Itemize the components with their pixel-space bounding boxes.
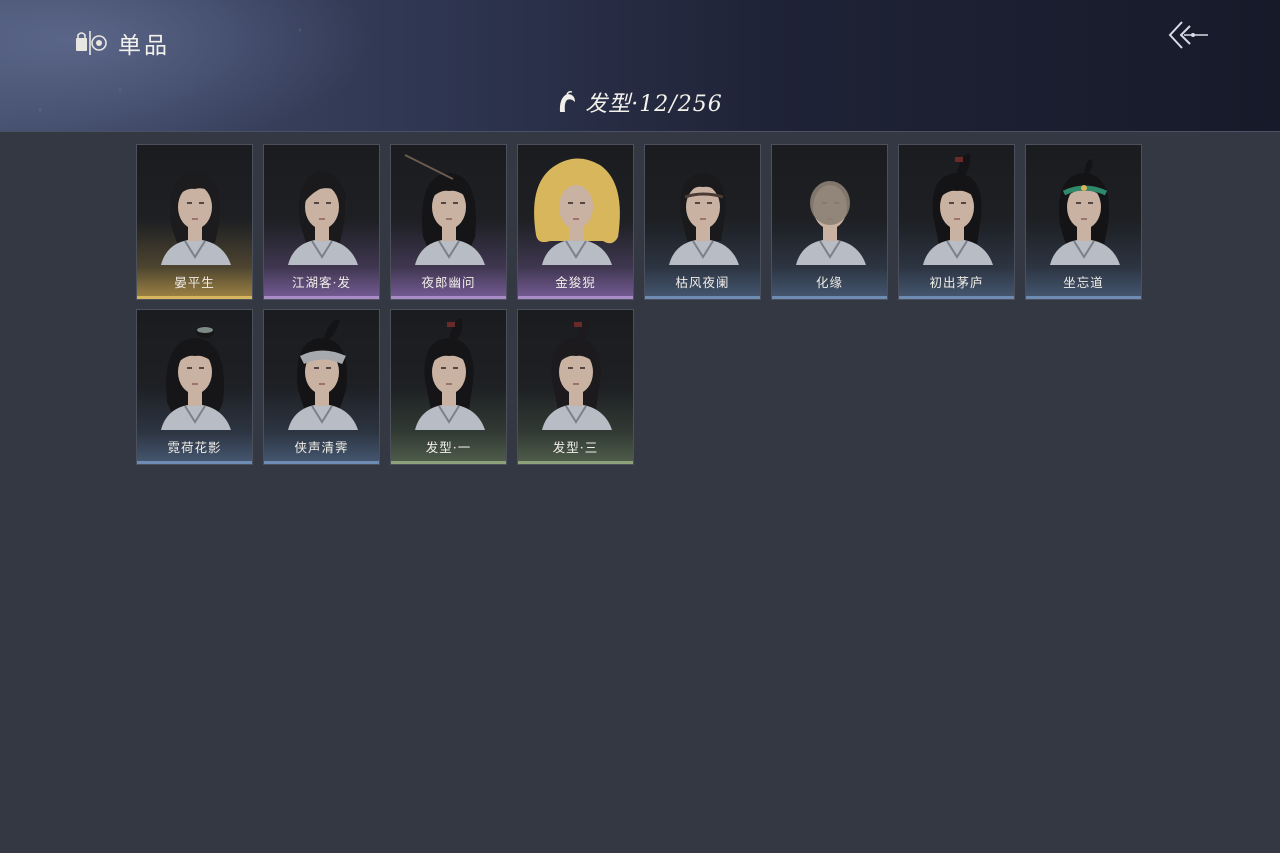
rarity-bar [1026, 296, 1141, 299]
item-card[interactable]: 霓荷花影 [136, 309, 253, 465]
hairstyle-portrait [923, 153, 993, 265]
hairstyle-portrait [161, 326, 231, 430]
hairstyle-portrait [542, 318, 612, 430]
item-label: 金狻猊 [555, 275, 596, 290]
item-label: 枯风夜阑 [675, 275, 730, 290]
hairstyle-portrait [288, 171, 358, 265]
category-header: 发型·12/256 [0, 86, 1280, 118]
hairstyle-portrait [669, 173, 739, 265]
item-card[interactable]: 初出茅庐 [898, 144, 1015, 300]
item-label: 夜郎幽问 [421, 275, 476, 290]
rarity-bar [137, 296, 252, 299]
item-card[interactable]: 金狻猊 [517, 144, 634, 300]
item-label: 化缘 [815, 275, 843, 290]
hairstyle-portrait [288, 319, 358, 430]
hairstyle-portrait [1050, 159, 1120, 265]
rarity-bar [264, 296, 379, 299]
rarity-bar [772, 296, 887, 299]
shop-bag-icon [76, 31, 107, 55]
hairstyle-portrait [534, 158, 620, 265]
rarity-bar [518, 296, 633, 299]
item-card[interactable]: 枯风夜阑 [644, 144, 761, 300]
rarity-bar [391, 461, 506, 464]
rarity-bar [645, 296, 760, 299]
item-grid: 晏平生 江湖客·发 夜郎幽问 金狻猊 枯风夜阑 化缘 初出茅庐 坐忘道 霓荷花影… [136, 144, 1142, 465]
page-title: 单品 [118, 33, 170, 59]
item-card[interactable]: 江湖客·发 [263, 144, 380, 300]
item-label: 侠声清霁 [294, 440, 349, 455]
item-label: 初出茅庐 [929, 275, 984, 290]
item-card[interactable]: 坐忘道 [1025, 144, 1142, 300]
item-card[interactable]: 侠声清霁 [263, 309, 380, 465]
item-label: 发型·一 [425, 440, 472, 455]
hairstyle-portrait [161, 171, 231, 265]
item-card[interactable]: 发型·三 [517, 309, 634, 465]
title-group: 单品 [74, 26, 170, 60]
item-label: 晏平生 [174, 275, 215, 290]
hairstyle-portrait [796, 181, 866, 265]
item-card[interactable]: 夜郎幽问 [390, 144, 507, 300]
rarity-bar [391, 296, 506, 299]
top-header: 单品 发型·12/256 [0, 0, 1280, 132]
item-label: 发型·三 [552, 440, 599, 455]
rarity-bar [518, 461, 633, 464]
hairstyle-portrait [404, 154, 485, 265]
item-card[interactable]: 晏平生 [136, 144, 253, 300]
item-card[interactable]: 发型·一 [390, 309, 507, 465]
rarity-bar [137, 461, 252, 464]
item-label: 霓荷花影 [167, 440, 222, 455]
item-label: 江湖客·发 [292, 275, 351, 290]
item-label: 坐忘道 [1063, 275, 1104, 290]
back-arrow-icon[interactable] [1166, 18, 1212, 52]
rarity-bar [899, 296, 1014, 299]
rarity-bar [264, 461, 379, 464]
hair-icon [560, 91, 576, 112]
hairstyle-portrait [415, 318, 485, 430]
item-card[interactable]: 化缘 [771, 144, 888, 300]
category-title: 发型·12/256 [585, 92, 723, 117]
